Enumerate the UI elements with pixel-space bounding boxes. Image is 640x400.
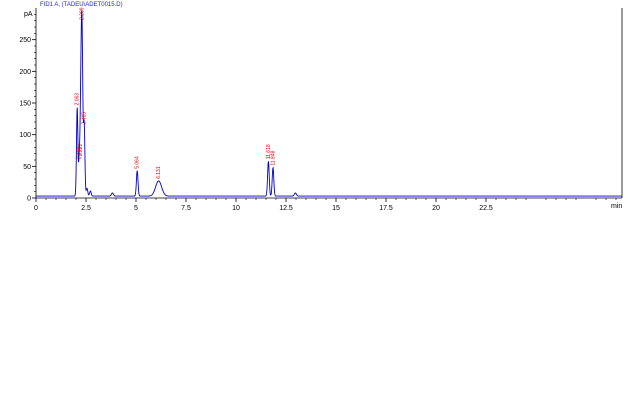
y-axis-unit-label: pA bbox=[24, 11, 33, 18]
x-tick-group: 0 2.5 5 7.5 10 12.5 15 17.5 20 22.5 bbox=[34, 198, 617, 212]
peak-retention-label: 2.063 bbox=[75, 93, 81, 106]
x-tick-label: 0 bbox=[34, 205, 38, 212]
x-tick-label: 15 bbox=[332, 205, 340, 212]
plot-frame bbox=[35, 8, 623, 199]
peak-retention-label: 11.848 bbox=[271, 150, 277, 165]
x-tick-label: 20 bbox=[432, 205, 440, 212]
y-tick-label: 150 bbox=[19, 101, 31, 108]
y-tick-label: 200 bbox=[19, 69, 31, 76]
peak-retention-label: 5.064 bbox=[135, 156, 141, 169]
chromatogram-chart: FID1 A, (TADEU\ADET0015.D) pA min 0 2.5 5 7… bbox=[19, 2, 623, 212]
x-axis-unit-label: min bbox=[611, 203, 622, 210]
peak-retention-label: 2.415 bbox=[82, 112, 88, 125]
series-layer bbox=[36, 10, 622, 197]
y-tick-label: 50 bbox=[23, 164, 31, 171]
signal-trace bbox=[36, 10, 622, 197]
peak-retention-label: 6.131 bbox=[156, 166, 162, 179]
peak-label-group: 2.0632.1632.2222.2992.4155.0646.13111.61… bbox=[75, 7, 277, 179]
x-tick-label: 5 bbox=[134, 205, 138, 212]
x-tick-label: 7.5 bbox=[181, 205, 191, 212]
peak-retention-label: 2.222 bbox=[78, 143, 84, 156]
y-tick-label: 0 bbox=[27, 196, 31, 203]
y-tick-label: 250 bbox=[19, 37, 31, 44]
y-tick-label: 100 bbox=[19, 132, 31, 139]
x-tick-label: 2.5 bbox=[81, 205, 91, 212]
chart-title: FID1 A, (TADEU\ADET0015.D) bbox=[40, 2, 123, 8]
x-tick-label: 10 bbox=[232, 205, 240, 212]
y-tick-group: 0 50 100 150 200 250 bbox=[19, 14, 36, 203]
x-tick-label: 12.5 bbox=[279, 205, 293, 212]
x-tick-label: 22.5 bbox=[479, 205, 493, 212]
x-tick-label: 17.5 bbox=[379, 205, 393, 212]
peak-retention-label: 2.299 bbox=[79, 7, 85, 20]
